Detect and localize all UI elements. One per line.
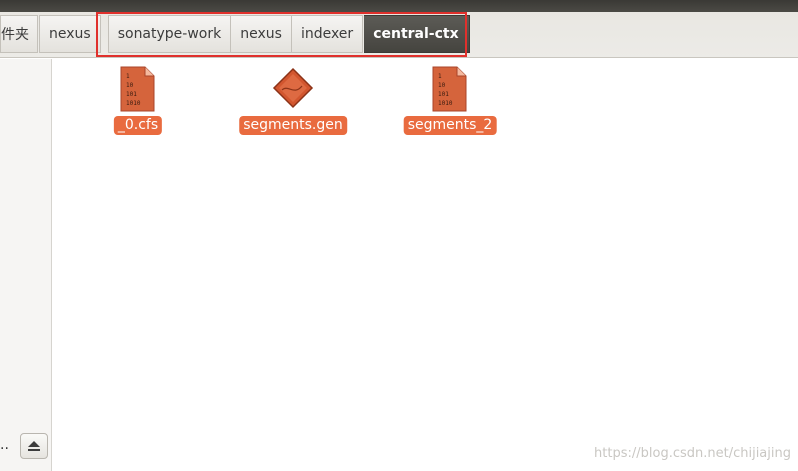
breadcrumb-item-nexus-2[interactable]: nexus bbox=[231, 15, 292, 53]
binary-line-2: 10 bbox=[126, 82, 134, 89]
sidebar-truncated-label: .. bbox=[0, 437, 9, 453]
eject-button[interactable] bbox=[20, 433, 48, 459]
toolbar: 件夹 nexus sonatype-work nexus indexer cen… bbox=[0, 0, 798, 58]
binary-line-2: 10 bbox=[438, 82, 446, 89]
breadcrumb-item-indexer[interactable]: indexer bbox=[291, 15, 364, 53]
breadcrumb-item-central-ctx[interactable]: central-ctx bbox=[364, 15, 470, 53]
file-item[interactable]: 1 10 101 1010 segments_2 bbox=[385, 66, 515, 138]
binary-file-icon: 1 10 101 1010 bbox=[120, 66, 155, 112]
file-name-label: _0.cfs bbox=[113, 116, 163, 135]
binary-line-1: 1 bbox=[438, 73, 442, 80]
breadcrumb-item-sonatype-work[interactable]: sonatype-work bbox=[107, 15, 232, 53]
binary-file-icon: 1 10 101 1010 bbox=[432, 66, 467, 112]
breadcrumb: 件夹 nexus sonatype-work nexus indexer cen… bbox=[0, 15, 470, 53]
sidebar: .. bbox=[0, 59, 52, 471]
title-strip bbox=[0, 0, 798, 12]
binary-line-1: 1 bbox=[126, 73, 130, 80]
file-name-label: segments_2 bbox=[403, 116, 497, 135]
binary-line-4: 1010 bbox=[126, 100, 141, 107]
eject-icon bbox=[28, 441, 40, 451]
watermark-text: https://blog.csdn.net/chijiajing bbox=[594, 446, 791, 461]
file-item[interactable]: segments.gen bbox=[228, 66, 358, 138]
diamond-file-icon bbox=[272, 67, 314, 109]
file-name-label: segments.gen bbox=[239, 116, 347, 135]
binary-line-4: 1010 bbox=[438, 100, 453, 107]
file-item[interactable]: 1 10 101 1010 _0.cfs bbox=[73, 66, 203, 138]
breadcrumb-item-nexus[interactable]: nexus bbox=[39, 15, 101, 53]
binary-line-3: 101 bbox=[126, 91, 137, 98]
breadcrumb-item-folder[interactable]: 件夹 bbox=[0, 15, 38, 53]
binary-line-3: 101 bbox=[438, 91, 449, 98]
